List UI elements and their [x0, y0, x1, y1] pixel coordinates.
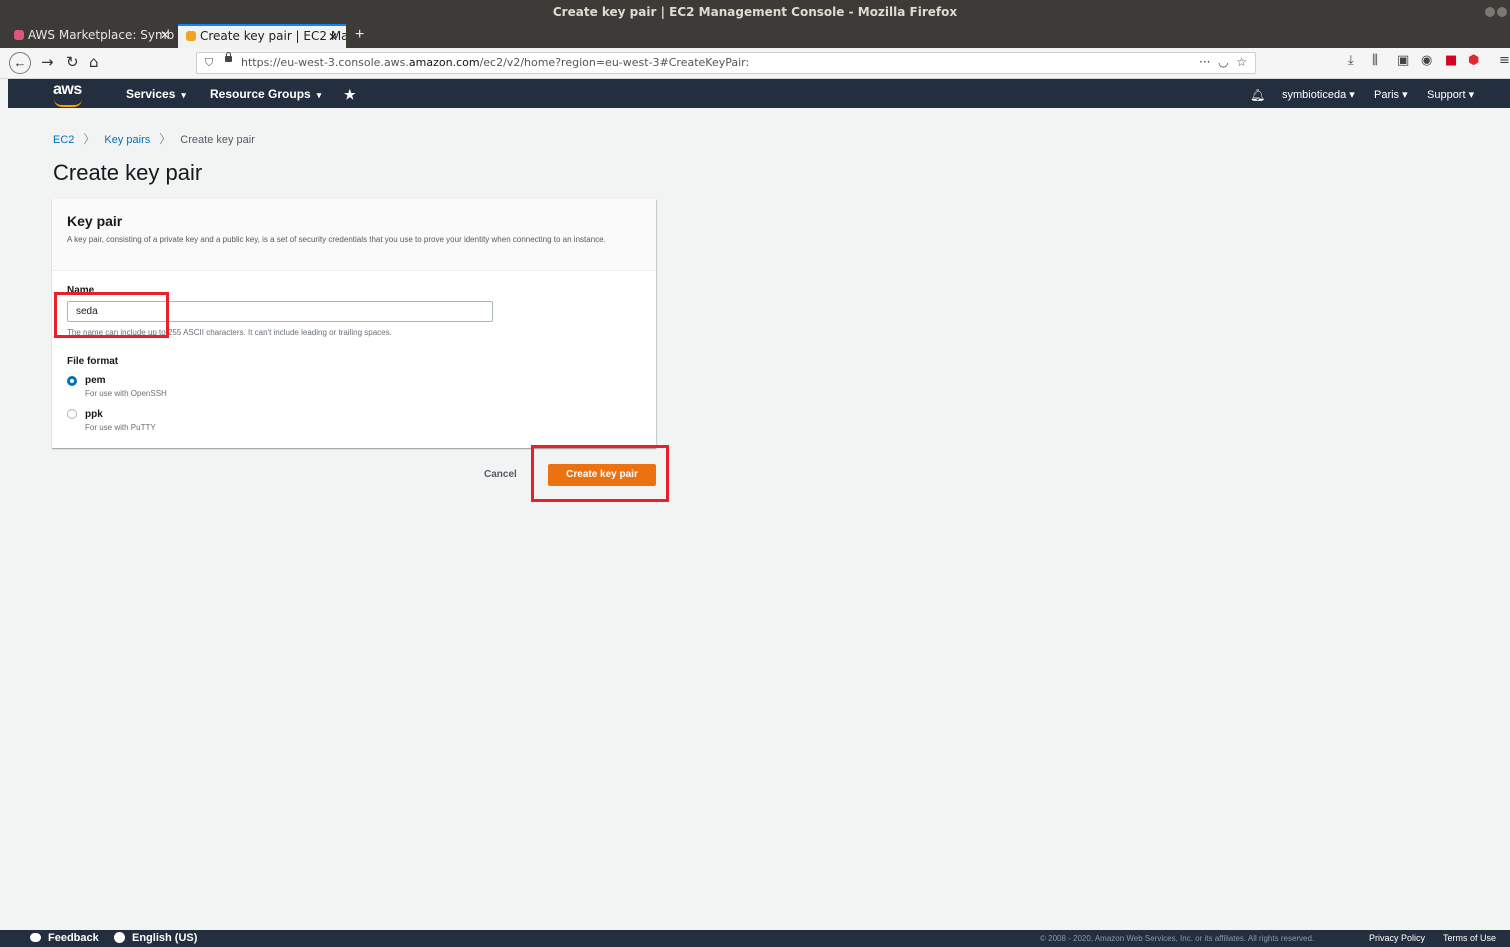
radio-ppk[interactable]: [67, 409, 77, 419]
pocket-icon[interactable]: ◡: [1218, 55, 1228, 69]
chevron-down-icon: ▾: [1349, 89, 1355, 101]
panel-title: Key pair: [67, 213, 123, 229]
feedback-link[interactable]: Feedback: [30, 932, 99, 944]
aws-smile-icon: [54, 99, 82, 107]
file-format-label: File format: [67, 356, 119, 367]
page-title: Create key pair: [53, 160, 203, 185]
breadcrumb-key-pairs-link[interactable]: Key pairs: [104, 134, 150, 146]
close-tab-icon[interactable]: ✕: [160, 28, 170, 42]
tab-aws-marketplace[interactable]: AWS Marketplace: Symb ✕: [6, 24, 178, 48]
support-menu[interactable]: Support ▾: [1427, 88, 1474, 101]
chevron-right-icon: 〉: [83, 132, 96, 146]
terms-of-use-link[interactable]: Terms of Use: [1443, 933, 1496, 943]
sidebar-icon[interactable]: ▣: [1397, 53, 1409, 68]
tab-favicon-icon: [14, 30, 24, 40]
account-icon[interactable]: ◉: [1421, 53, 1432, 68]
download-icon[interactable]: ⤓: [1348, 53, 1354, 68]
annotation-box-name: [54, 292, 169, 338]
forward-arrow-icon[interactable]: →: [41, 53, 54, 71]
services-menu[interactable]: Services ▾: [126, 87, 186, 101]
minimize-icon[interactable]: [1485, 7, 1495, 17]
breadcrumb: EC2 〉 Key pairs 〉 Create key pair: [53, 130, 255, 147]
tab-label: AWS Marketplace: Symb: [28, 28, 175, 42]
shield-icon[interactable]: ⛉: [205, 56, 213, 70]
console-footer: Feedback English (US) © 2008 - 2020, Ama…: [0, 930, 1510, 947]
tab-label: Create key pair | EC2 Ma: [200, 29, 346, 43]
panel-description: A key pair, consisting of a private key …: [67, 235, 606, 244]
panel-header: Key pair A key pair, consisting of a pri…: [52, 199, 656, 271]
window-title: Create key pair | EC2 Management Console…: [552, 5, 958, 19]
adblock-icon[interactable]: ⬢: [1468, 53, 1479, 68]
privacy-policy-link[interactable]: Privacy Policy: [1369, 933, 1425, 943]
breadcrumb-ec2-link[interactable]: EC2: [53, 134, 74, 146]
chevron-down-icon: ▾: [1468, 89, 1475, 101]
page-actions: ··· ◡ ☆: [1199, 55, 1247, 69]
globe-icon: [114, 932, 125, 943]
pin-icon[interactable]: ★: [344, 87, 356, 103]
breadcrumb-current: Create key pair: [180, 134, 255, 146]
tab-favicon-icon: [186, 31, 196, 41]
hamburger-menu-icon[interactable]: ≡: [1499, 53, 1510, 68]
bookmark-star-icon[interactable]: ☆: [1236, 55, 1247, 69]
home-icon[interactable]: ⌂: [89, 53, 99, 71]
back-arrow-icon[interactable]: ←: [9, 52, 31, 74]
browser-toolbar: ← → ↻ ⌂ ⛉ https://eu-west-3.console.aws.…: [0, 48, 1510, 79]
library-icon[interactable]: ⫼: [1372, 53, 1378, 68]
chevron-right-icon: 〉: [159, 132, 172, 146]
annotation-box-create: [531, 445, 669, 502]
feedback-bubble-icon: [30, 933, 41, 942]
chevron-down-icon: ▾: [316, 90, 322, 100]
maximize-icon[interactable]: [1497, 7, 1507, 17]
chevron-down-icon: ▾: [181, 90, 186, 100]
tab-strip: AWS Marketplace: Symb ✕ Create key pair …: [0, 24, 1510, 48]
account-menu[interactable]: symbioticeda ▾: [1282, 88, 1355, 101]
reload-icon[interactable]: ↻: [66, 53, 79, 71]
page-actions-menu-icon[interactable]: ···: [1199, 55, 1210, 69]
url-bar[interactable]: ⛉ https://eu-west-3.console.aws.amazon.c…: [196, 52, 1256, 74]
radio-pem-label[interactable]: pem: [85, 375, 106, 386]
tab-create-key-pair[interactable]: Create key pair | EC2 Ma ✕: [178, 24, 346, 48]
copyright-text: © 2008 - 2020, Amazon Web Services, Inc.…: [1040, 934, 1315, 943]
radio-ppk-label[interactable]: ppk: [85, 409, 103, 420]
language-selector[interactable]: English (US): [114, 932, 197, 944]
resource-groups-menu[interactable]: Resource Groups ▾: [210, 87, 321, 101]
url-text[interactable]: https://eu-west-3.console.aws.amazon.com…: [241, 56, 749, 69]
region-menu[interactable]: Paris ▾: [1374, 88, 1408, 101]
extension-icon[interactable]: ■: [1445, 53, 1457, 68]
lock-icon[interactable]: [225, 52, 232, 62]
radio-pem[interactable]: [67, 376, 77, 386]
close-tab-icon[interactable]: ✕: [328, 30, 338, 44]
notifications-bell-icon[interactable]: 🔔︎: [1250, 88, 1265, 102]
radio-ppk-desc: For use with PuTTY: [85, 423, 156, 432]
new-tab-icon[interactable]: +: [355, 26, 364, 44]
chevron-down-icon: ▾: [1402, 89, 1408, 101]
window-titlebar: Create key pair | EC2 Management Console…: [0, 0, 1510, 24]
radio-pem-desc: For use with OpenSSH: [85, 389, 167, 398]
cancel-button[interactable]: Cancel: [484, 469, 517, 480]
aws-navbar: aws Services ▾ Resource Groups ▾ ★ 🔔︎ symb…: [8, 79, 1510, 108]
aws-logo[interactable]: aws: [53, 81, 82, 107]
